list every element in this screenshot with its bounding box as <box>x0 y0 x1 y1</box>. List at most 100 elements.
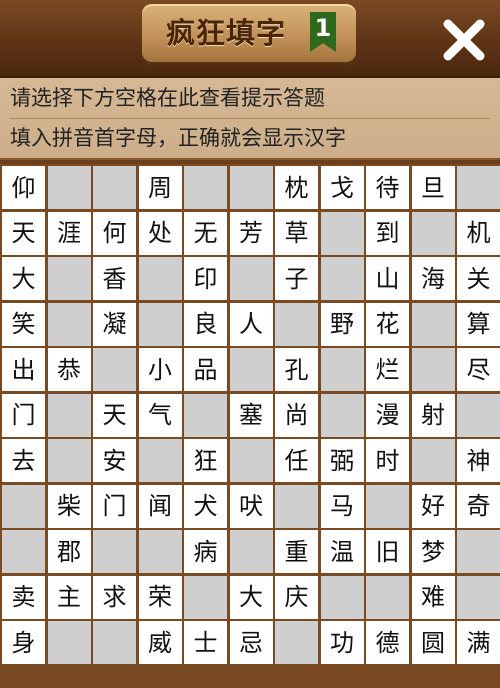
grid-cell[interactable]: 笑 <box>2 302 45 346</box>
grid-cell[interactable]: 狂 <box>184 439 227 482</box>
grid-cell[interactable]: 品 <box>184 348 227 391</box>
grid-cell-blank <box>320 348 364 391</box>
puzzle-board: 仰周枕戈待旦天涯何处无芳草到机大香印子山海关笑凝良人野花算出恭小品孔烂尽门天气塞… <box>0 164 500 688</box>
grid-cell[interactable]: 满 <box>457 621 500 664</box>
grid-cell[interactable]: 算 <box>457 302 500 346</box>
grid-cell-blank <box>229 348 273 391</box>
grid-cell[interactable]: 弼 <box>320 439 364 482</box>
grid-cell[interactable]: 天 <box>2 211 45 255</box>
grid-cell[interactable]: 病 <box>184 530 227 573</box>
grid-cell[interactable]: 枕 <box>275 166 318 209</box>
grid-cell[interactable]: 神 <box>457 439 500 482</box>
grid-cell[interactable]: 漫 <box>366 393 409 437</box>
grid-cell[interactable]: 待 <box>366 166 409 209</box>
grid-cell[interactable]: 大 <box>2 257 45 300</box>
grid-cell-blank <box>138 302 182 346</box>
grid-cell[interactable]: 孔 <box>275 348 318 391</box>
grid-cell[interactable]: 忌 <box>229 621 273 664</box>
grid-cell-blank <box>184 575 227 619</box>
grid-cell[interactable]: 梦 <box>411 530 455 573</box>
grid-cell-blank <box>457 166 500 209</box>
grid-cell[interactable]: 小 <box>138 348 182 391</box>
grid-cell[interactable]: 草 <box>275 211 318 255</box>
grid-cell[interactable]: 塞 <box>229 393 273 437</box>
grid-cell[interactable]: 香 <box>93 257 136 300</box>
grid-cell[interactable]: 重 <box>275 530 318 573</box>
grid-cell[interactable]: 旧 <box>366 530 409 573</box>
grid-cell[interactable]: 门 <box>93 484 136 528</box>
grid-cell-blank <box>184 166 227 209</box>
grid-cell[interactable]: 花 <box>366 302 409 346</box>
grid-cell[interactable]: 旦 <box>411 166 455 209</box>
grid-cell[interactable]: 何 <box>93 211 136 255</box>
grid-cell[interactable]: 到 <box>366 211 409 255</box>
grid-cell[interactable]: 海 <box>411 257 455 300</box>
grid-cell[interactable]: 闻 <box>138 484 182 528</box>
grid-cell[interactable]: 去 <box>2 439 45 482</box>
grid-cell[interactable]: 子 <box>275 257 318 300</box>
grid-cell[interactable]: 气 <box>138 393 182 437</box>
grid-cell[interactable]: 任 <box>275 439 318 482</box>
grid-cell[interactable]: 时 <box>366 439 409 482</box>
grid-cell[interactable]: 人 <box>229 302 273 346</box>
grid-cell[interactable]: 涯 <box>47 211 91 255</box>
grid-cell[interactable]: 难 <box>411 575 455 619</box>
grid-cell[interactable]: 德 <box>366 621 409 664</box>
grid-cell[interactable]: 无 <box>184 211 227 255</box>
grid-cell[interactable]: 尚 <box>275 393 318 437</box>
grid-cell[interactable]: 凝 <box>93 302 136 346</box>
grid-cell[interactable]: 吠 <box>229 484 273 528</box>
grid-cell[interactable]: 山 <box>366 257 409 300</box>
grid-cell[interactable]: 出 <box>2 348 45 391</box>
grid-cell[interactable]: 安 <box>93 439 136 482</box>
grid-cell[interactable]: 恭 <box>47 348 91 391</box>
grid-cell-blank <box>2 530 45 573</box>
grid-cell[interactable]: 良 <box>184 302 227 346</box>
grid-cell[interactable]: 士 <box>184 621 227 664</box>
grid-cell[interactable]: 芳 <box>229 211 273 255</box>
grid-cell[interactable]: 身 <box>2 621 45 664</box>
grid-cell[interactable]: 犬 <box>184 484 227 528</box>
grid-cell[interactable]: 郡 <box>47 530 91 573</box>
grid-cell[interactable]: 庆 <box>275 575 318 619</box>
grid-cell[interactable]: 门 <box>2 393 45 437</box>
grid-cell[interactable]: 求 <box>93 575 136 619</box>
grid-cell-blank <box>184 393 227 437</box>
grid-cell[interactable]: 奇 <box>457 484 500 528</box>
top-bar: 疯狂填字 1 <box>0 0 500 78</box>
grid-cell[interactable]: 荣 <box>138 575 182 619</box>
grid-cell[interactable]: 圆 <box>411 621 455 664</box>
grid-cell[interactable]: 印 <box>184 257 227 300</box>
grid-cell-blank <box>366 484 409 528</box>
title-plaque: 疯狂填字 1 <box>142 4 356 62</box>
grid-cell-blank <box>320 257 364 300</box>
grid-cell[interactable]: 仰 <box>2 166 45 209</box>
grid-cell[interactable]: 卖 <box>2 575 45 619</box>
grid-cell[interactable]: 周 <box>138 166 182 209</box>
close-button[interactable] <box>438 14 490 66</box>
grid-cell[interactable]: 天 <box>93 393 136 437</box>
grid-cell-blank <box>229 439 273 482</box>
game-title: 疯狂填字 <box>165 16 286 50</box>
grid-cell[interactable]: 主 <box>47 575 91 619</box>
grid-cell[interactable]: 戈 <box>320 166 364 209</box>
hint-panel: 请选择下方空格在此查看提示答题 填入拼音首字母，正确就会显示汉字 <box>0 78 500 160</box>
grid-cell[interactable]: 温 <box>320 530 364 573</box>
grid-cell[interactable]: 尽 <box>457 348 500 391</box>
grid-cell[interactable]: 烂 <box>366 348 409 391</box>
grid-cell[interactable]: 处 <box>138 211 182 255</box>
grid-cell[interactable]: 关 <box>457 257 500 300</box>
grid-cell[interactable]: 马 <box>320 484 364 528</box>
grid-cell[interactable]: 柴 <box>47 484 91 528</box>
grid-cell[interactable]: 野 <box>320 302 364 346</box>
grid-cell[interactable]: 机 <box>457 211 500 255</box>
level-number: 1 <box>314 14 332 42</box>
grid-cell-blank <box>138 439 182 482</box>
grid-cell[interactable]: 威 <box>138 621 182 664</box>
grid-cell[interactable]: 功 <box>320 621 364 664</box>
grid-cell[interactable]: 射 <box>411 393 455 437</box>
grid-cell[interactable]: 好 <box>411 484 455 528</box>
grid-cell-blank <box>47 302 91 346</box>
grid-cell[interactable]: 大 <box>229 575 273 619</box>
grid-cell-blank <box>47 393 91 437</box>
